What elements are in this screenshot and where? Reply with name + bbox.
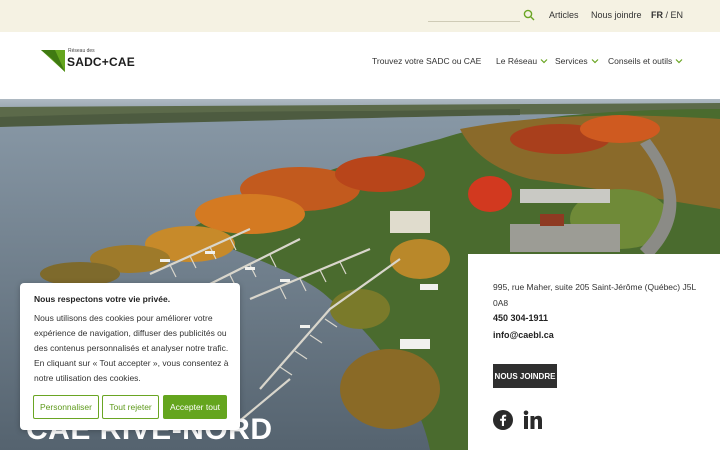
search-input[interactable] — [428, 8, 520, 22]
cookie-text: Nous utilisons des cookies pour améliore… — [34, 313, 229, 383]
join-button[interactable]: NOUS JOINDRE — [493, 364, 557, 388]
logo-subtitle: Réseau des — [68, 48, 95, 54]
cookie-banner: Nous respectons votre vie privée. Nous u… — [20, 283, 240, 430]
nav-find-sadc[interactable]: Trouvez votre SADC ou CAE — [372, 56, 481, 66]
nav-conseils[interactable]: Conseils et outils — [608, 56, 683, 66]
contact-email[interactable]: info@caebl.ca — [493, 330, 554, 340]
contact-link[interactable]: Nous joindre — [591, 10, 642, 20]
nav-conseils-label: Conseils et outils — [608, 56, 673, 66]
language-switcher: FR / EN — [651, 10, 683, 20]
logo-text[interactable]: SADC+CAE — [67, 55, 135, 69]
contact-card: 995, rue Maher, suite 205 Saint-Jérôme (… — [468, 254, 720, 450]
nav-services-label: Services — [555, 56, 588, 66]
nav-reseau-label: Le Réseau — [496, 56, 538, 66]
lang-fr[interactable]: FR — [651, 10, 663, 20]
reject-cookies-button[interactable]: Tout rejeter — [102, 395, 159, 419]
utility-bar: Articles Nous joindre FR / EN — [0, 0, 720, 32]
customize-cookies-button[interactable]: Personnaliser — [33, 395, 99, 419]
chevron-down-icon — [540, 59, 548, 64]
chevron-down-icon — [675, 59, 683, 64]
nav-find-label: Trouvez votre SADC ou CAE — [372, 56, 482, 66]
nav-services[interactable]: Services — [555, 56, 599, 66]
facebook-icon[interactable] — [493, 410, 513, 430]
contact-address: 995, rue Maher, suite 205 Saint-Jérôme (… — [493, 282, 696, 308]
logo-mark-icon[interactable] — [41, 50, 65, 72]
linkedin-icon[interactable] — [523, 410, 543, 430]
search-icon[interactable] — [523, 9, 535, 21]
cookie-title: Nous respectons votre vie privée. — [34, 294, 171, 304]
chevron-down-icon — [591, 59, 599, 64]
lang-en[interactable]: EN — [671, 10, 684, 20]
main-header: Réseau des SADC+CAE Trouvez votre SADC o… — [0, 32, 720, 99]
contact-phone[interactable]: 450 304-1911 — [493, 313, 548, 323]
accept-cookies-button[interactable]: Accepter tout — [163, 395, 227, 419]
nav-reseau[interactable]: Le Réseau — [496, 56, 548, 66]
lang-separator: / — [665, 10, 669, 20]
articles-link[interactable]: Articles — [549, 10, 579, 20]
